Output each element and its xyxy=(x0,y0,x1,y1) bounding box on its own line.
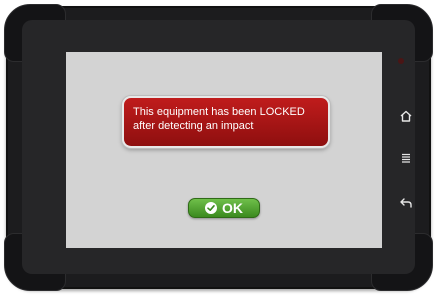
lock-alert-message: This equipment has been LOCKED after det… xyxy=(122,96,330,148)
checkmark-circle-icon xyxy=(205,202,217,214)
screen xyxy=(66,52,382,248)
home-button[interactable] xyxy=(398,108,414,124)
ok-button-label: OK xyxy=(222,200,243,216)
home-icon xyxy=(400,110,412,122)
back-button[interactable] xyxy=(398,195,414,211)
menu-button[interactable] xyxy=(398,150,414,166)
menu-icon xyxy=(402,153,410,163)
back-arrow-icon xyxy=(400,198,412,208)
alert-line-1: This equipment has been LOCKED xyxy=(133,106,305,118)
alert-line-2: after detecting an impact xyxy=(133,120,254,132)
light-sensor xyxy=(398,58,404,64)
ok-button[interactable]: OK xyxy=(188,198,260,218)
